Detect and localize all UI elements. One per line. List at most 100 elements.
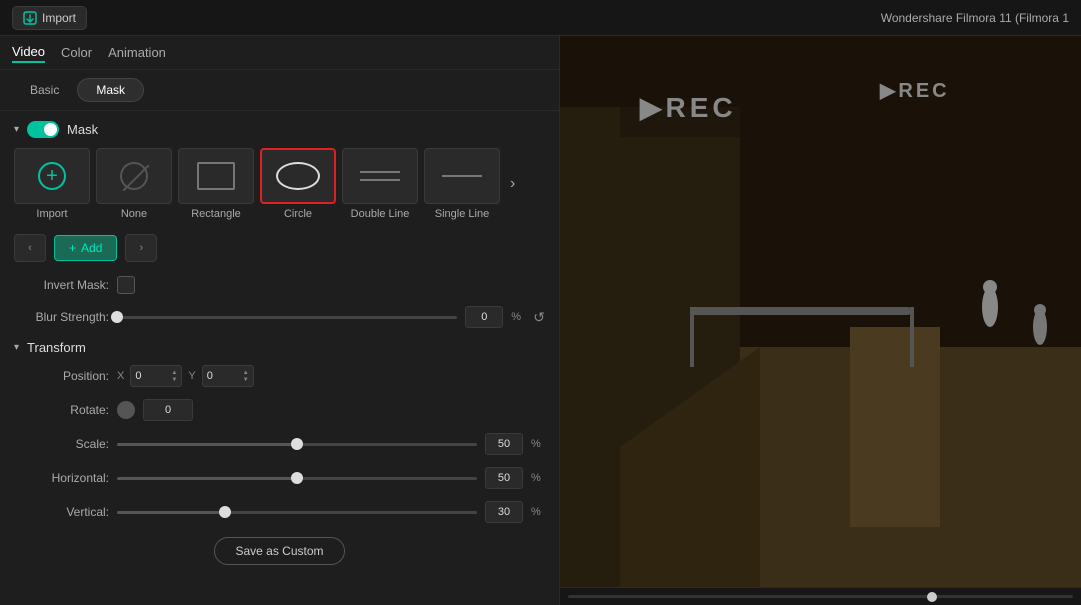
skate-scene-svg: ▶REC ▶REC — [560, 36, 1081, 587]
horizontal-slider-thumb[interactable] — [291, 472, 303, 484]
rectangle-shape-label: Rectangle — [191, 208, 241, 220]
mask-title: Mask — [67, 122, 98, 137]
rotate-value: 0 — [165, 404, 171, 416]
tab-animation[interactable]: Animation — [108, 43, 166, 62]
scale-slider-thumb[interactable] — [291, 438, 303, 450]
timeline-progress[interactable] — [568, 595, 1073, 598]
mask-shape-circle[interactable]: Circle — [260, 148, 336, 220]
none-shape-label: None — [121, 208, 147, 220]
mask-shape-rectangle[interactable]: Rectangle — [178, 148, 254, 220]
mask-shape-import[interactable]: + Import — [14, 148, 90, 220]
import-button[interactable]: Import — [12, 6, 87, 30]
circle-shape-label: Circle — [284, 208, 312, 220]
transform-collapse-arrow[interactable]: ▾ — [14, 342, 19, 353]
tab-video[interactable]: Video — [12, 42, 45, 63]
transform-header: ▾ Transform — [14, 340, 545, 355]
mask-shape-single-line[interactable]: Single Line — [424, 148, 500, 220]
rotate-value-box[interactable]: 0 — [143, 399, 193, 421]
vertical-slider-fill — [117, 511, 225, 514]
blur-reset-button[interactable]: ↺ — [533, 309, 545, 326]
save-custom-button[interactable]: Save as Custom — [214, 537, 344, 565]
position-row: Position: X 0 ▲ ▼ Y 0 ▲ — [14, 365, 545, 387]
vertical-slider-thumb[interactable] — [219, 506, 231, 518]
prev-button[interactable]: ‹ — [14, 234, 46, 262]
scale-value-box[interactable]: 50 — [485, 433, 523, 455]
y-value: 0 — [207, 370, 213, 382]
timeline-thumb[interactable] — [927, 592, 937, 602]
main-layout: Video Color Animation Basic Mask ▾ Mask — [0, 36, 1081, 605]
horizontal-value: 50 — [498, 472, 510, 484]
horizontal-unit: % — [531, 472, 545, 484]
rotate-knob[interactable] — [117, 401, 135, 419]
double-line-icon — [360, 171, 400, 181]
svg-text:▶REC: ▶REC — [639, 92, 737, 123]
x-input[interactable]: 0 ▲ ▼ — [130, 365, 182, 387]
tab-color[interactable]: Color — [61, 43, 92, 62]
scale-value: 50 — [498, 438, 510, 450]
y-spinner[interactable]: ▲ ▼ — [243, 370, 249, 383]
add-mask-button[interactable]: + Add — [54, 235, 117, 261]
add-label: Add — [81, 241, 102, 255]
rectangle-shape-icon-box — [178, 148, 254, 204]
y-input[interactable]: 0 ▲ ▼ — [202, 365, 254, 387]
x-down-arrow[interactable]: ▼ — [171, 377, 177, 383]
blur-strength-row: Blur Strength: 0 % ↺ — [14, 306, 545, 328]
x-up-arrow[interactable]: ▲ — [171, 370, 177, 376]
sub-tabs: Basic Mask — [0, 70, 559, 111]
blur-slider-track[interactable] — [117, 316, 457, 319]
horizontal-slider-track[interactable] — [117, 477, 477, 480]
rotate-row: Rotate: 0 — [14, 399, 545, 421]
sub-tab-mask[interactable]: Mask — [77, 78, 144, 102]
double-line-shape-icon-box — [342, 148, 418, 204]
mask-toggle[interactable] — [27, 121, 59, 138]
horizontal-value-box[interactable]: 50 — [485, 467, 523, 489]
shapes-next-chevron[interactable]: › — [506, 175, 519, 193]
mask-collapse-arrow[interactable]: ▾ — [14, 124, 19, 135]
vertical-slider-container: 30 % — [117, 501, 545, 523]
transform-title: Transform — [27, 340, 86, 355]
mask-shape-none[interactable]: None — [96, 148, 172, 220]
import-label: Import — [42, 11, 76, 25]
import-icon — [23, 11, 37, 25]
next-button[interactable]: › — [125, 234, 157, 262]
rectangle-icon — [197, 162, 235, 190]
x-spinner[interactable]: ▲ ▼ — [171, 370, 177, 383]
none-shape-icon-box — [96, 148, 172, 204]
sub-tab-basic[interactable]: Basic — [12, 78, 77, 102]
invert-mask-checkbox[interactable] — [117, 276, 135, 294]
blur-value-box[interactable]: 0 — [465, 306, 503, 328]
panel-content: ▾ Mask + Import None — [0, 111, 559, 605]
single-line-icon — [442, 175, 482, 177]
mask-section-header: ▾ Mask — [14, 121, 545, 138]
blur-strength-label: Blur Strength: — [14, 310, 109, 324]
scale-label: Scale: — [14, 437, 109, 451]
blur-slider-container: 0 % — [117, 306, 525, 328]
vertical-label: Vertical: — [14, 505, 109, 519]
vertical-slider-track[interactable] — [117, 511, 477, 514]
single-line-shape-label: Single Line — [435, 208, 489, 220]
y-down-arrow[interactable]: ▼ — [243, 377, 249, 383]
double-line-shape-label: Double Line — [351, 208, 410, 220]
import-shape-icon-box: + — [14, 148, 90, 204]
position-group: X 0 ▲ ▼ Y 0 ▲ ▼ — [117, 365, 254, 387]
rotate-label: Rotate: — [14, 403, 109, 417]
scale-unit: % — [531, 438, 545, 450]
vertical-unit: % — [531, 506, 545, 518]
y-up-arrow[interactable]: ▲ — [243, 370, 249, 376]
scale-slider-fill — [117, 443, 297, 446]
blur-slider-thumb[interactable] — [111, 311, 123, 323]
none-icon — [120, 162, 148, 190]
tab-bar: Video Color Animation — [0, 36, 559, 70]
import-plus-icon: + — [38, 162, 66, 190]
mask-shape-double-line[interactable]: Double Line — [342, 148, 418, 220]
single-line-shape-icon-box — [424, 148, 500, 204]
scale-slider-track[interactable] — [117, 443, 477, 446]
y-axis-label: Y — [188, 370, 195, 382]
scale-slider-container: 50 % — [117, 433, 545, 455]
blur-unit: % — [511, 311, 525, 323]
video-preview: ▶REC ▶REC — [560, 36, 1081, 587]
left-panel: Video Color Animation Basic Mask ▾ Mask — [0, 36, 560, 605]
mask-shapes: + Import None Rectangle — [14, 148, 545, 220]
vertical-value-box[interactable]: 30 — [485, 501, 523, 523]
topbar: Import Wondershare Filmora 11 (Filmora 1 — [0, 0, 1081, 36]
